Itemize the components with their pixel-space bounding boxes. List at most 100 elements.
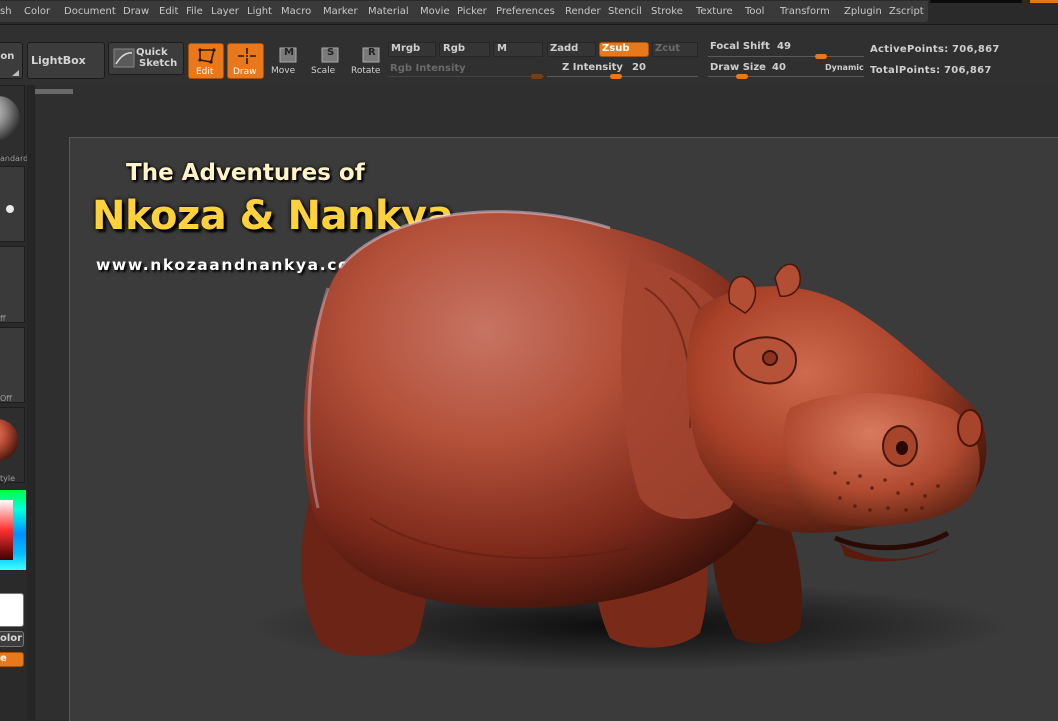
menu-item-material[interactable]: Material — [368, 6, 409, 17]
stroke-dot-icon — [6, 205, 14, 213]
zadd-button[interactable]: Zadd — [547, 42, 596, 57]
switch-color-button[interactable]: olor — [0, 631, 24, 647]
menu-item-tool[interactable]: Tool — [745, 6, 764, 17]
menu-item-stroke[interactable]: Stroke — [651, 6, 683, 17]
rgb-intensity-track — [388, 76, 544, 77]
edit-button[interactable]: Edit — [188, 43, 224, 79]
dynamic-toggle[interactable]: Dynamic — [825, 63, 864, 72]
brush-sphere-icon — [0, 96, 20, 140]
top-accent-bar — [1030, 0, 1058, 3]
mrgb-button[interactable]: Mrgb — [388, 42, 436, 57]
corner-arrow-icon — [12, 70, 19, 76]
z-intensity-knob[interactable] — [610, 74, 622, 79]
menu-item-zplugin[interactable]: Zplugin — [844, 6, 882, 17]
move-key-glyph: M — [284, 47, 294, 58]
brush-caption: andard — [0, 154, 29, 163]
mrgb-label: Mrgb — [391, 43, 421, 54]
material-sphere-icon — [0, 419, 18, 461]
alpha-thumbnail[interactable] — [0, 246, 25, 323]
scale-label: Scale — [311, 66, 336, 76]
z-intensity-track — [547, 76, 698, 77]
menu-item-render[interactable]: Render — [565, 6, 601, 17]
rotate-label: Rotate — [351, 66, 381, 76]
z-intensity-slider[interactable]: Z Intensity 20 — [547, 62, 698, 79]
menu-item-texture[interactable]: Texture — [696, 6, 733, 17]
zsub-button[interactable]: Zsub — [599, 42, 649, 57]
menu-item-preferences[interactable]: Preferences — [496, 6, 555, 17]
brush-thumbnail[interactable] — [0, 85, 25, 157]
left-tray: andard ff Off tyle olor e — [0, 85, 29, 720]
menu-item-draw[interactable]: Draw — [123, 6, 149, 17]
focal-shift-value: 49 — [777, 41, 791, 52]
menu-item-transform[interactable]: Transform — [780, 6, 830, 17]
focal-shift-track — [708, 56, 864, 57]
lightbox-button[interactable]: LightBox — [27, 42, 105, 79]
menu-item-edit[interactable]: Edit — [159, 6, 178, 17]
quick-sketch-button[interactable]: Quick Sketch — [108, 42, 184, 75]
material-thumbnail[interactable] — [0, 407, 25, 483]
move-button[interactable]: M Move — [268, 44, 302, 80]
color-picker[interactable] — [0, 490, 26, 570]
active-points-label: ActivePoints: — [870, 44, 949, 55]
total-points-value: 706,867 — [944, 65, 992, 76]
menu-item-document[interactable]: Document — [64, 6, 116, 17]
lightbox-label: LightBox — [31, 54, 86, 67]
zsub-label: Zsub — [602, 43, 630, 54]
document-canvas[interactable]: The Adventures of Nkoza & Nankya www.nko… — [69, 137, 1058, 721]
menu-item-light[interactable]: Light — [247, 6, 272, 17]
menu-item-macro[interactable]: Macro — [281, 6, 311, 17]
draw-size-value: 40 — [772, 62, 786, 73]
rgb-intensity-label: Rgb Intensity — [390, 63, 466, 74]
main-color-swatch[interactable] — [0, 593, 24, 627]
draw-size-knob[interactable] — [736, 74, 748, 79]
focal-shift-knob[interactable] — [815, 54, 827, 59]
menu-item-layer[interactable]: Layer — [211, 6, 239, 17]
menu-item-stencil[interactable]: Stencil — [608, 6, 642, 17]
quick-sketch-label-1: Quick — [136, 47, 168, 58]
rgb-button[interactable]: Rgb — [439, 42, 490, 57]
top-shelf: ion LightBox Quick Sketch Edit Draw M — [0, 25, 1058, 85]
color-picker-gradient — [0, 490, 26, 570]
draw-button[interactable]: Draw — [227, 43, 264, 79]
texture-caption: Off — [0, 394, 12, 403]
left-gutter — [27, 85, 35, 720]
switch-color-label: olor — [0, 633, 23, 644]
menu-bar: sh Color Document Draw Edit File Layer L… — [0, 0, 1058, 25]
focal-shift-slider[interactable]: Focal Shift 49 — [708, 40, 864, 59]
menu-item-movie[interactable]: Movie — [420, 6, 450, 17]
menu-item-color[interactable]: Color — [24, 6, 50, 17]
edit-label: Edit — [196, 67, 214, 77]
zadd-label: Zadd — [550, 43, 579, 54]
texture-thumbnail[interactable] — [0, 327, 25, 403]
zcut-label: Zcut — [655, 43, 681, 54]
draw-size-label: Draw Size — [710, 62, 766, 73]
orange-toggle-button[interactable]: e — [0, 652, 24, 667]
menu-item-marker[interactable]: Marker — [323, 6, 358, 17]
edit-icon — [198, 48, 216, 64]
stroke-thumbnail[interactable] — [0, 166, 25, 242]
rotate-button[interactable]: R Rotate — [348, 44, 384, 80]
zcut-button[interactable]: Zcut — [652, 42, 698, 57]
draw-size-slider[interactable]: Draw Size 40 Dynamic — [708, 61, 864, 79]
menu-item-zscript[interactable]: Zscript — [889, 6, 924, 17]
projection-master-button[interactable]: ion — [0, 42, 23, 79]
hippo-eye — [762, 350, 778, 366]
material-caption: tyle — [0, 474, 16, 483]
orange-toggle-label: e — [0, 653, 7, 664]
rgb-intensity-knob[interactable] — [531, 74, 543, 79]
menu-item-picker[interactable]: Picker — [457, 6, 487, 17]
draw-size-track — [708, 76, 864, 77]
z-intensity-value: 20 — [632, 62, 646, 73]
rgb-intensity-slider[interactable]: Rgb Intensity — [388, 62, 544, 79]
hippo-sculpt[interactable] — [70, 138, 1058, 721]
canvas-scroll-handle[interactable] — [35, 89, 73, 94]
draw-label: Draw — [233, 67, 257, 77]
m-label: M — [497, 43, 507, 54]
m-button[interactable]: M — [493, 42, 543, 57]
projection-master-label: ion — [0, 51, 15, 62]
nostril-right — [957, 409, 983, 447]
quick-sketch-icon — [113, 48, 135, 68]
menu-item-brush[interactable]: sh — [0, 6, 12, 17]
menu-item-file[interactable]: File — [186, 6, 203, 17]
scale-button[interactable]: S Scale — [308, 44, 342, 80]
